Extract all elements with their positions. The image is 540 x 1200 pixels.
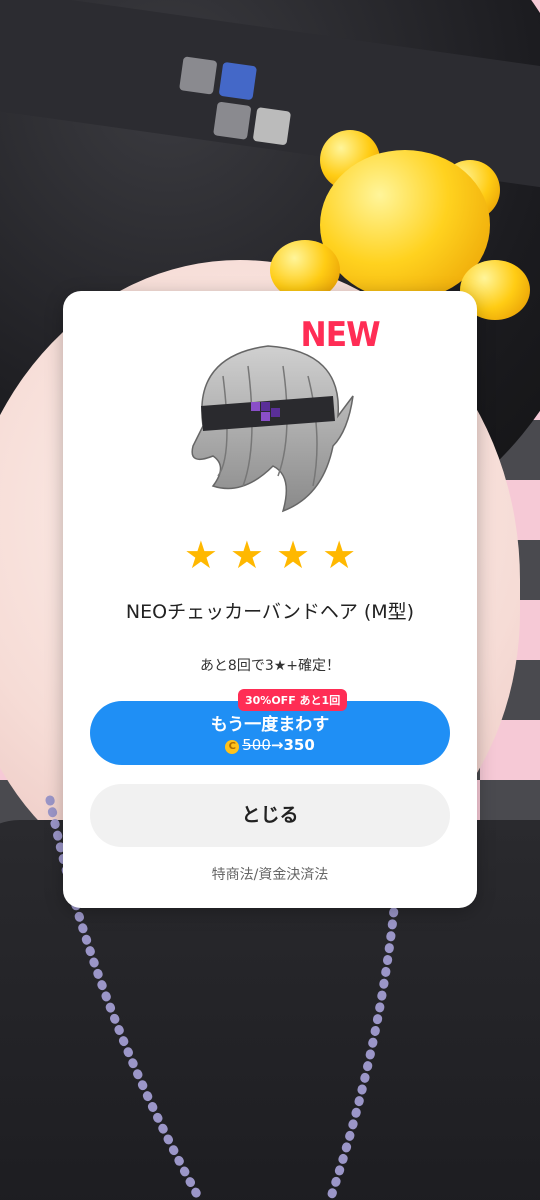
- spin-again-button[interactable]: 30%OFF あと1回 もう一度まわす C 500→350: [90, 689, 450, 765]
- legal-notice-link[interactable]: 特商法/資金決済法: [63, 864, 477, 884]
- price-row: C 500→350: [90, 736, 450, 754]
- rarity-stars: ★ ★ ★ ★: [63, 536, 477, 574]
- coin-icon: C: [225, 740, 240, 754]
- new-price: 350: [283, 736, 315, 754]
- discount-badge: 30%OFF あと1回: [238, 689, 348, 711]
- old-price: 500: [242, 736, 271, 754]
- close-button[interactable]: とじる: [90, 784, 450, 847]
- star-icon: ★: [322, 533, 357, 577]
- item-name: NEOチェッカーバンドヘア (M型): [125, 601, 415, 623]
- star-icon: ★: [229, 533, 264, 577]
- price-arrow: →: [270, 736, 284, 754]
- gacha-result-dialog: NEW ★ ★ ★ ★ NEOチェッカーバンドヘア (M型) あと8回で3★+確定！ …: [63, 291, 477, 908]
- guarantee-text: あと8回で3★+確定！: [199, 658, 341, 674]
- star-icon: ★: [276, 533, 311, 577]
- spin-again-label: もう一度まわす: [210, 715, 330, 735]
- star-icon: ★: [183, 533, 218, 577]
- hair-item-image: [191, 345, 354, 513]
